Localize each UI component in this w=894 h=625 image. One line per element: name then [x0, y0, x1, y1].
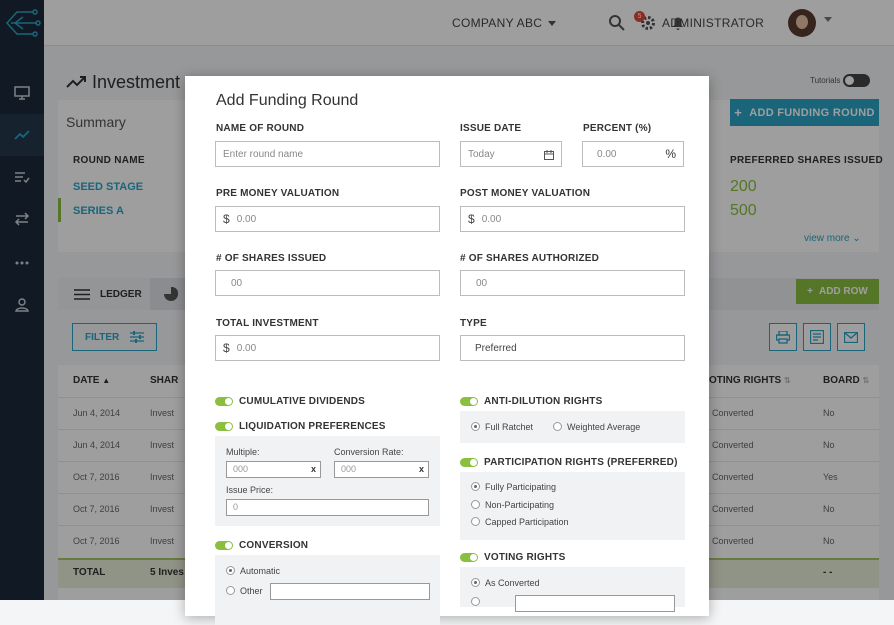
- modal-title: Add Funding Round: [216, 92, 359, 109]
- multiple-label: Multiple:: [226, 447, 260, 457]
- shares-issued-label: # OF SHARES ISSUED: [216, 253, 327, 264]
- participation-label: PARTICIPATION RIGHTS (PREFERRED): [484, 457, 678, 468]
- non-participating-radio[interactable]: [471, 500, 480, 509]
- post-money-input[interactable]: $0.00: [460, 206, 685, 232]
- cumulative-dividends-label: CUMULATIVE DIVIDENDS: [239, 396, 366, 407]
- voting-rights-toggle[interactable]: [460, 553, 478, 562]
- voting-rights-label: VOTING RIGHTS: [484, 552, 566, 563]
- weighted-average-label: Weighted Average: [567, 422, 641, 432]
- fully-participating-label: Fully Participating: [485, 482, 557, 492]
- issue-date-input[interactable]: Today: [460, 141, 562, 167]
- capped-participation-radio[interactable]: [471, 517, 480, 526]
- cumulative-dividends-toggle[interactable]: [215, 397, 233, 406]
- other-label: Other: [240, 586, 263, 596]
- voting-other-radio[interactable]: [471, 597, 480, 606]
- voting-other-input[interactable]: [515, 595, 675, 612]
- non-participating-label: Non-Participating: [485, 500, 555, 510]
- other-input[interactable]: [270, 583, 430, 600]
- percent-sign: %: [665, 147, 676, 161]
- other-radio[interactable]: [226, 586, 235, 595]
- weighted-average-radio[interactable]: [553, 422, 562, 431]
- pre-money-label: PRE MONEY VALUATION: [216, 188, 340, 199]
- conversion-label: CONVERSION: [239, 540, 309, 551]
- clear-conversion-rate-icon[interactable]: x: [419, 464, 424, 474]
- type-label: TYPE: [460, 318, 487, 329]
- shares-authorized-label: # OF SHARES AUTHORIZED: [460, 253, 600, 264]
- automatic-radio[interactable]: [226, 566, 235, 575]
- full-ratchet-radio[interactable]: [471, 422, 480, 431]
- dollar-sign: $: [468, 212, 475, 226]
- dollar-sign: $: [223, 212, 230, 226]
- pre-money-input[interactable]: $0.00: [215, 206, 440, 232]
- issue-price-label: Issue Price:: [226, 485, 274, 495]
- dollar-sign: $: [223, 341, 230, 355]
- round-name-input[interactable]: Enter round name: [215, 141, 440, 167]
- total-investment-label: TOTAL INVESTMENT: [216, 318, 319, 329]
- automatic-label: Automatic: [240, 566, 281, 576]
- percent-input[interactable]: 0.00%: [582, 141, 684, 167]
- conversion-toggle[interactable]: [215, 541, 233, 550]
- full-ratchet-label: Full Ratchet: [485, 422, 534, 432]
- liquidation-label: LIQUIDATION PREFERENCES: [239, 421, 386, 432]
- percent-label: PERCENT (%): [583, 123, 652, 134]
- calendar-icon[interactable]: [544, 150, 554, 160]
- post-money-label: POST MONEY VALUATION: [460, 188, 591, 199]
- clear-multiple-icon[interactable]: x: [311, 464, 316, 474]
- conversion-rate-input[interactable]: 000: [334, 461, 429, 478]
- liquidation-toggle[interactable]: [215, 422, 233, 431]
- issue-date-label: ISSUE DATE: [460, 123, 522, 134]
- issue-price-input[interactable]: 0: [226, 499, 429, 516]
- participation-toggle[interactable]: [460, 458, 478, 467]
- as-converted-label: As Converted: [485, 578, 540, 588]
- type-select[interactable]: Preferred: [460, 335, 685, 361]
- multiple-input[interactable]: 000: [226, 461, 321, 478]
- anti-dilution-label: ANTI-DILUTION RIGHTS: [484, 396, 603, 407]
- capped-participation-label: Capped Participation: [485, 517, 569, 527]
- round-name-label: NAME OF ROUND: [216, 123, 305, 134]
- add-funding-round-modal: Add Funding Round NAME OF ROUND Enter ro…: [185, 76, 709, 625]
- as-converted-radio[interactable]: [471, 578, 480, 587]
- total-investment-input[interactable]: $0.00: [215, 335, 440, 361]
- anti-dilution-toggle[interactable]: [460, 397, 478, 406]
- shares-authorized-input[interactable]: 00: [460, 270, 685, 296]
- fully-participating-radio[interactable]: [471, 482, 480, 491]
- shares-issued-input[interactable]: 00: [215, 270, 440, 296]
- conversion-rate-label: Conversion Rate:: [334, 447, 404, 457]
